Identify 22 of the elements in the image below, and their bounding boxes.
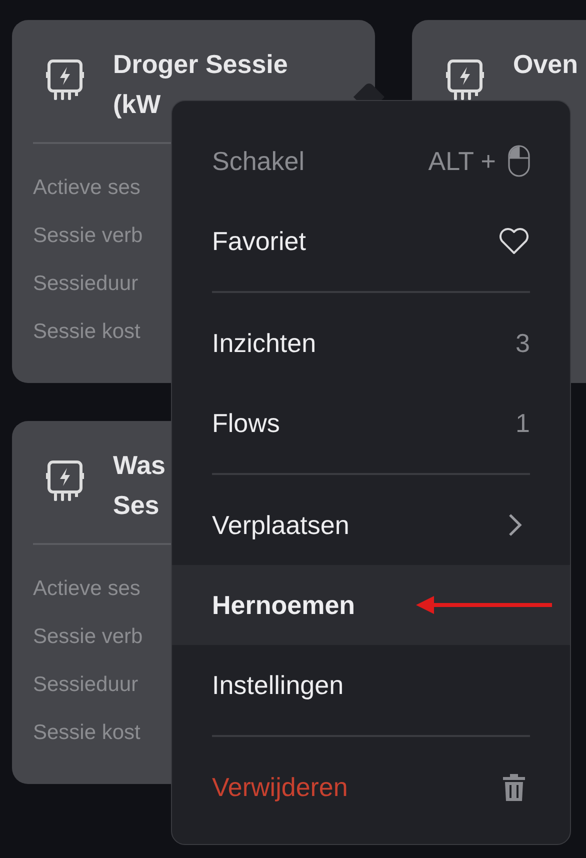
stat-label: Sessie kost bbox=[33, 319, 140, 345]
card-title: Was Ses bbox=[113, 449, 166, 522]
menu-item-label: Inzichten bbox=[212, 328, 316, 358]
item-count: 1 bbox=[516, 408, 530, 438]
menu-item-label: Schakel bbox=[212, 146, 304, 176]
stat-label: Sessie kost bbox=[33, 720, 140, 746]
stat-label: Sessieduur bbox=[33, 672, 138, 698]
stat-label: Sessie verb bbox=[33, 223, 143, 249]
stat-label: Sessie verb bbox=[33, 624, 143, 650]
item-count: 3 bbox=[516, 328, 530, 358]
menu-item-label: Flows bbox=[212, 408, 280, 438]
menu-item-label: Verplaatsen bbox=[212, 510, 350, 540]
stat-label: Sessieduur bbox=[33, 271, 138, 297]
card-title: Droger Sessie (kW bbox=[113, 48, 288, 121]
card-title: Oven bbox=[513, 48, 578, 81]
shortcut-label: ALT + bbox=[428, 146, 496, 176]
menu-item-label: Instellingen bbox=[212, 670, 344, 700]
menu-item-label: Verwijderen bbox=[212, 772, 348, 802]
menu-item-label: Favoriet bbox=[212, 226, 306, 256]
stat-label: Actieve ses bbox=[33, 576, 140, 602]
menu-item-label: Hernoemen bbox=[212, 590, 356, 620]
stat-label: Actieve ses bbox=[33, 175, 140, 201]
